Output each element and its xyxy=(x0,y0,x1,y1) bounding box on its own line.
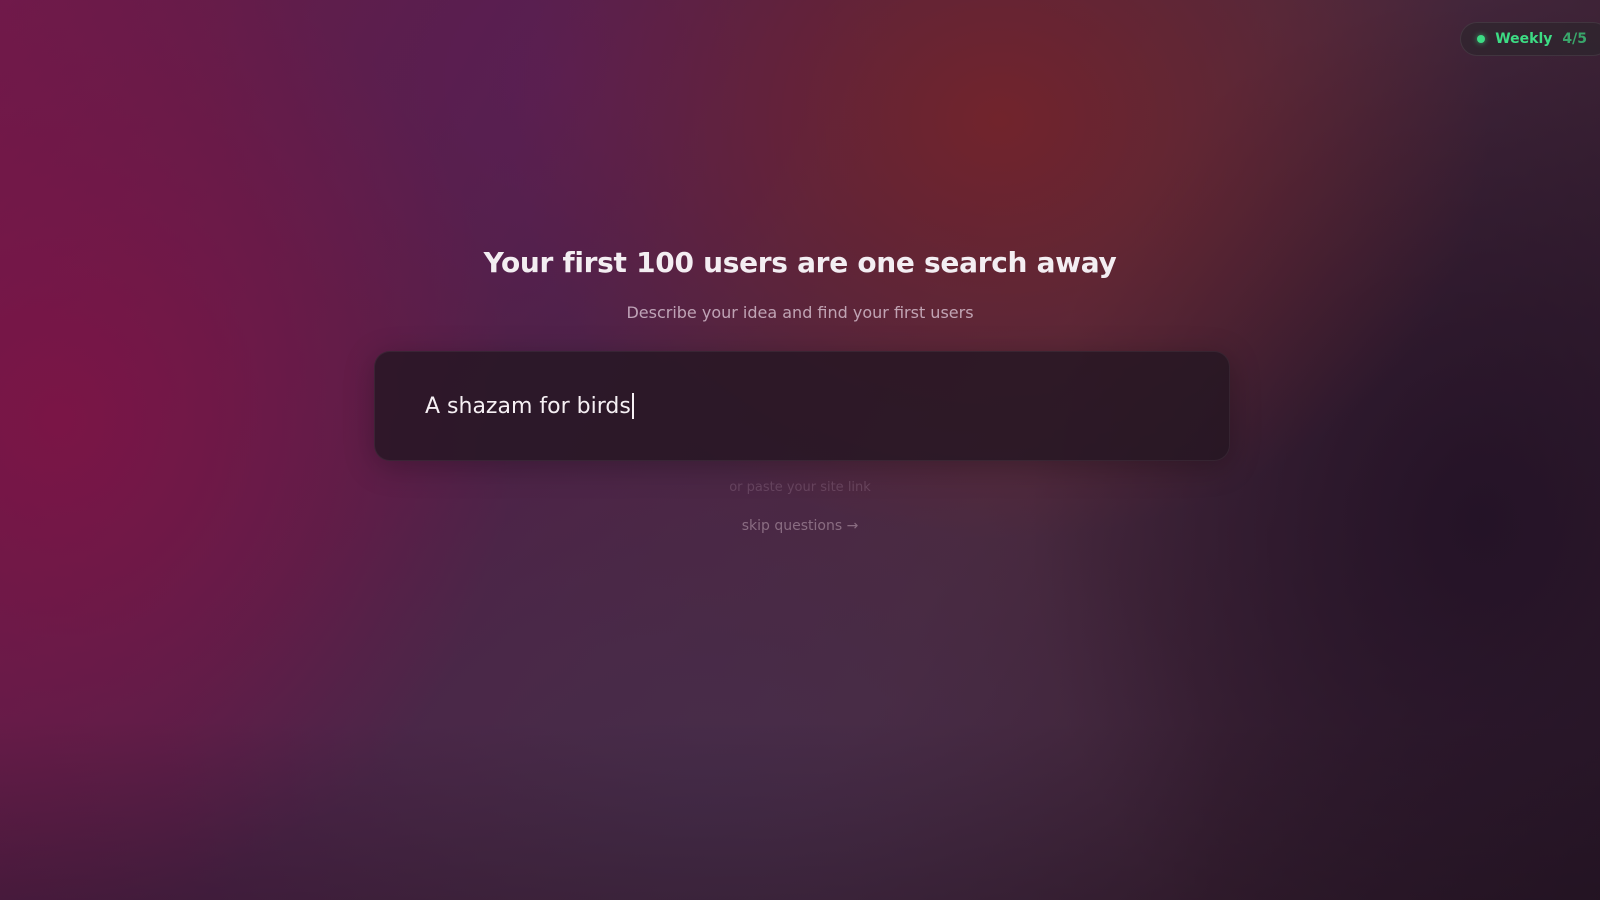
badge-count: 4/5 xyxy=(1562,31,1587,47)
page-title: Your first 100 users are one search away xyxy=(483,246,1117,279)
status-dot-icon xyxy=(1477,35,1486,43)
idea-input-text: A shazam for birds xyxy=(425,393,631,419)
paste-link-hint[interactable]: or paste your site link xyxy=(0,480,1600,495)
page-subtitle: Describe your idea and find your first u… xyxy=(626,303,974,322)
idea-input-value: A shazam for birds xyxy=(425,393,634,419)
skip-questions-label[interactable]: skip questions xyxy=(742,518,842,534)
badge-label: Weekly xyxy=(1495,31,1553,47)
weekly-usage-badge: Weekly 4/5 xyxy=(1460,22,1600,56)
arrow-right-icon: → xyxy=(846,518,859,534)
skip-questions-link[interactable]: skip questions → xyxy=(0,518,1600,534)
text-caret xyxy=(631,393,634,419)
idea-input[interactable]: A shazam for birds xyxy=(374,351,1230,461)
